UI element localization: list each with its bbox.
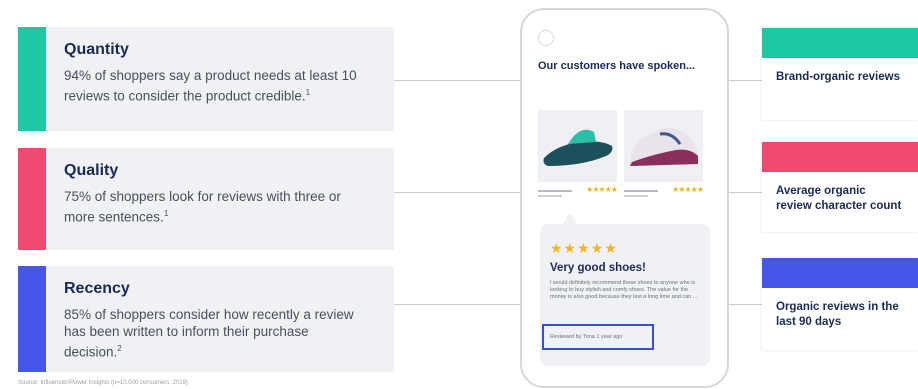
footnote: Source: Influenster/Power Insights (n=10… [18, 380, 188, 386]
card-body: 85% of shoppers consider how recently a … [64, 307, 354, 360]
right-card-color-bar [762, 28, 918, 58]
right-card-label: Average organic review character count [776, 185, 902, 212]
review-body: I would definitely recommend these shoes… [550, 280, 698, 300]
product-rating-stars: ★★★★★ [586, 185, 618, 194]
right-card-color-bar [762, 142, 918, 172]
card-title: Recency [64, 280, 130, 297]
connector-line [725, 192, 762, 193]
product-image-sneaker[interactable] [624, 110, 703, 182]
recent-reviews-card: Organic reviews in the last 90 days [762, 258, 918, 350]
product-name-placeholder [538, 190, 572, 192]
product-rating-stars: ★★★★★ [672, 185, 704, 194]
product-name-placeholder [624, 190, 658, 192]
phone-mockup: Our customers have spoken... ★★★★★ ★★★★★… [520, 8, 729, 388]
recency-card: Recency 85% of shoppers consider how rec… [18, 266, 394, 372]
product-meta: ★★★★★ [538, 185, 618, 200]
brand-organic-card: Brand-organic reviews [762, 28, 918, 120]
product-price-placeholder [538, 195, 562, 197]
quality-card: Quality 75% of shoppers look for reviews… [18, 148, 394, 250]
review-title: Very good shoes! [550, 262, 646, 274]
card-body: 75% of shoppers look for reviews with th… [64, 189, 341, 225]
card-title: Quantity [64, 41, 129, 58]
product-price-placeholder [624, 195, 648, 197]
review-stars: ★★★★★ [550, 240, 618, 256]
reviewed-by-text: Reviewed by Tona 1 year ago [550, 334, 623, 340]
connector-line [394, 80, 520, 81]
connector-line [725, 304, 762, 305]
right-card-color-bar [762, 258, 918, 288]
phone-heading: Our customers have spoken... [538, 60, 696, 72]
quantity-card: Quantity 94% of shoppers say a product n… [18, 27, 394, 131]
card-body: 94% of shoppers say a product needs at l… [64, 68, 357, 104]
camera-icon [538, 30, 554, 46]
connector-line [394, 304, 520, 305]
connector-line [394, 192, 520, 193]
right-card-label: Organic reviews in the last 90 days [776, 301, 899, 328]
review-card: ★★★★★ Very good shoes! I would definitel… [540, 224, 710, 366]
recency-color-bar [18, 266, 46, 372]
product-image-sandal[interactable] [538, 110, 617, 182]
right-card-label: Brand-organic reviews [776, 71, 900, 83]
product-meta: ★★★★★ [624, 185, 704, 200]
reviewed-by-highlight: Reviewed by Tona 1 year ago [542, 324, 654, 350]
quality-color-bar [18, 148, 46, 250]
character-count-card: Average organic review character count [762, 142, 918, 232]
sandal-icon [543, 129, 613, 166]
sneaker-icon [630, 127, 698, 166]
quantity-color-bar [18, 27, 46, 131]
card-title: Quality [64, 162, 119, 179]
connector-line [725, 80, 762, 81]
